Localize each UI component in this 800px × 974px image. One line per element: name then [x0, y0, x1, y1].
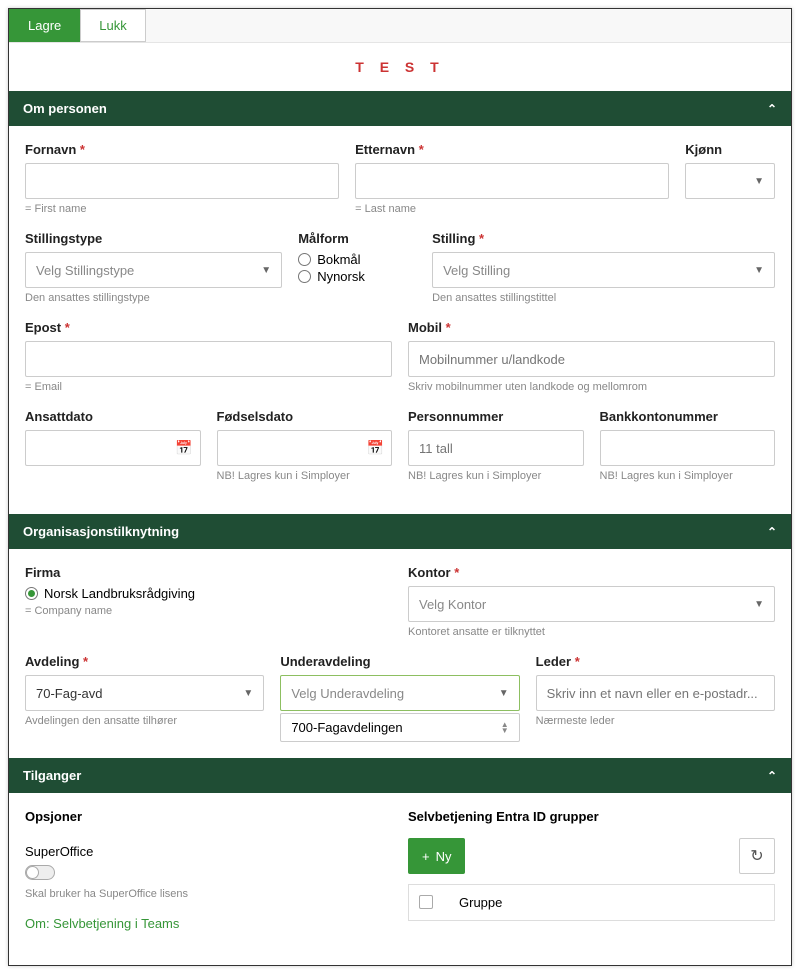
ssn-help: NB! Lagres kun i Simployer	[408, 470, 584, 482]
chevron-up-icon: ⌃	[767, 769, 777, 783]
chevron-up-icon: ⌃	[767, 525, 777, 539]
gender-select[interactable]: ▼	[685, 163, 775, 199]
caret-down-icon: ▼	[754, 176, 764, 187]
refresh-icon: ↻	[750, 846, 763, 866]
page-title: T E S T	[9, 43, 791, 91]
radio-nynorsk[interactable]: Nynorsk	[298, 269, 416, 284]
superoffice-toggle[interactable]	[25, 865, 55, 880]
caret-down-icon: ▼	[754, 265, 764, 276]
email-input[interactable]	[25, 341, 392, 377]
mobile-label: Mobil *	[408, 320, 775, 335]
close-button[interactable]: Lukk	[80, 9, 145, 42]
position-label: Stilling *	[432, 231, 775, 246]
caret-down-icon: ▼	[261, 265, 271, 276]
caret-down-icon: ▼	[754, 599, 764, 610]
jobtype-help: Den ansattes stillingstype	[25, 292, 282, 304]
subdept-label: Underavdeling	[280, 654, 519, 669]
section-person-title: Om personen	[23, 101, 107, 116]
chevron-up-icon: ⌃	[767, 102, 777, 116]
company-help: = Company name	[25, 605, 392, 617]
save-button[interactable]: Lagre	[9, 9, 80, 42]
company-radio[interactable]: Norsk Landbruksrådgiving	[25, 586, 392, 601]
column-group: Gruppe	[449, 885, 774, 920]
jobtype-select[interactable]: Velg Stillingstype▼	[25, 252, 282, 288]
bank-label: Bankkontonummer	[600, 409, 776, 424]
radio-bokmal[interactable]: Bokmål	[298, 252, 416, 267]
refresh-button[interactable]: ↻	[739, 838, 775, 874]
section-access-title: Tilganger	[23, 768, 81, 783]
birthdate-help: NB! Lagres kun i Simployer	[217, 470, 393, 482]
caret-down-icon: ▼	[243, 688, 253, 699]
entra-label: Selvbetjening Entra ID grupper	[408, 809, 775, 824]
lastname-input[interactable]	[355, 163, 669, 199]
company-label: Firma	[25, 565, 392, 580]
section-access-header[interactable]: Tilganger ⌃	[9, 758, 791, 793]
language-label: Målform	[298, 231, 416, 246]
lastname-label: Etternavn *	[355, 142, 669, 157]
position-select[interactable]: Velg Stilling▼	[432, 252, 775, 288]
section-org-header[interactable]: Organisasjonstilknytning ⌃	[9, 514, 791, 549]
firstname-help: = First name	[25, 203, 339, 215]
dept-help: Avdelingen den ansatte tilhører	[25, 715, 264, 727]
position-help: Den ansattes stillingstittel	[432, 292, 775, 304]
subdept-combo[interactable]: Velg Underavdeling▼	[280, 675, 519, 711]
ssn-label: Personnummer	[408, 409, 584, 424]
dept-select[interactable]: 70-Fag-avd▼	[25, 675, 264, 711]
calendar-icon[interactable]: 📅	[367, 440, 384, 457]
superoffice-label: SuperOffice	[25, 844, 392, 859]
bank-help: NB! Lagres kun i Simployer	[600, 470, 776, 482]
dept-label: Avdeling *	[25, 654, 264, 669]
group-table-header: Gruppe	[408, 884, 775, 921]
manager-input[interactable]	[536, 675, 775, 711]
section-org-title: Organisasjonstilknytning	[23, 524, 179, 539]
plus-icon: +	[422, 849, 430, 864]
lastname-help: = Last name	[355, 203, 669, 215]
firstname-input[interactable]	[25, 163, 339, 199]
gender-label: Kjønn	[685, 142, 775, 157]
birthdate-label: Fødselsdato	[217, 409, 393, 424]
ssn-input[interactable]	[408, 430, 584, 466]
mobile-input[interactable]	[408, 341, 775, 377]
office-help: Kontoret ansatte er tilknyttet	[408, 626, 775, 638]
radio-icon	[298, 253, 311, 266]
hiredate-label: Ansattdato	[25, 409, 201, 424]
new-group-button[interactable]: +Ny	[408, 838, 465, 874]
options-label: Opsjoner	[25, 809, 392, 824]
caret-down-icon: ▼	[499, 688, 509, 699]
teams-link[interactable]: Om: Selvbetjening i Teams	[25, 916, 179, 931]
office-label: Kontor *	[408, 565, 775, 580]
superoffice-help: Skal bruker ha SuperOffice lisens	[25, 888, 392, 900]
firstname-label: Fornavn *	[25, 142, 339, 157]
subdept-option[interactable]: 700-Fagavdelingen ▲▼	[280, 713, 519, 742]
manager-help: Nærmeste leder	[536, 715, 775, 727]
radio-icon	[298, 270, 311, 283]
email-help: = Email	[25, 381, 392, 393]
radio-on-icon	[25, 587, 38, 600]
calendar-icon[interactable]: 📅	[175, 440, 192, 457]
spinner-icon[interactable]: ▲▼	[501, 722, 509, 734]
jobtype-label: Stillingstype	[25, 231, 282, 246]
select-all-checkbox[interactable]	[419, 895, 433, 909]
manager-label: Leder *	[536, 654, 775, 669]
bank-input[interactable]	[600, 430, 776, 466]
section-person-header[interactable]: Om personen ⌃	[9, 91, 791, 126]
mobile-help: Skriv mobilnummer uten landkode og mello…	[408, 381, 775, 393]
office-select[interactable]: Velg Kontor▼	[408, 586, 775, 622]
email-label: Epost *	[25, 320, 392, 335]
